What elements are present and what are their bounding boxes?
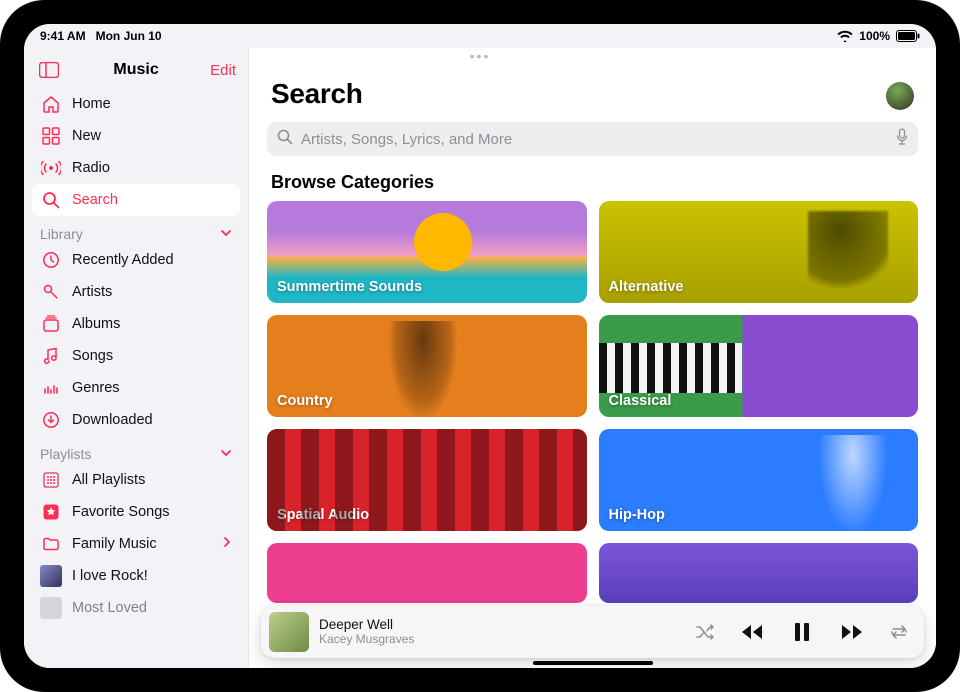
sidebar-item-most-loved[interactable]: Most Loved xyxy=(32,592,240,624)
category-hip-hop[interactable]: Hip-Hop xyxy=(599,429,919,531)
category-alternative[interactable]: Alternative xyxy=(599,201,919,303)
sidebar-item-songs[interactable]: Songs xyxy=(32,340,240,372)
sidebar-item-i-love-rock[interactable]: I love Rock! xyxy=(32,560,240,592)
sidebar-item-label: Downloaded xyxy=(72,412,153,428)
music-note-icon xyxy=(40,345,62,367)
shuffle-button[interactable] xyxy=(694,621,716,643)
sidebar-item-recently-added[interactable]: Recently Added xyxy=(32,244,240,276)
sidebar-item-label: Home xyxy=(72,96,111,112)
albums-icon xyxy=(40,313,62,335)
repeat-button[interactable] xyxy=(888,621,910,643)
page-title: Search xyxy=(271,78,363,110)
sidebar-item-label: New xyxy=(72,128,101,144)
category-label: Hip-Hop xyxy=(609,507,665,523)
sidebar-item-label: Artists xyxy=(72,284,112,300)
ipad-device-frame: 9:41 AM Mon Jun 10 100% ••• xyxy=(0,0,960,692)
category-label: Country xyxy=(277,393,333,409)
previous-button[interactable] xyxy=(738,618,766,646)
sidebar-item-label: Genres xyxy=(72,380,120,396)
sidebar-item-label: Search xyxy=(72,192,118,208)
sidebar-toggle-button[interactable] xyxy=(36,57,62,83)
sidebar-item-label: Family Music xyxy=(72,536,157,552)
sidebar-item-new[interactable]: New xyxy=(32,120,240,152)
status-bar: 9:41 AM Mon Jun 10 100% xyxy=(24,24,936,48)
sidebar-item-label: Songs xyxy=(72,348,113,364)
screen: 9:41 AM Mon Jun 10 100% ••• xyxy=(24,24,936,668)
sidebar-item-search[interactable]: Search xyxy=(32,184,240,216)
battery-text: 100% xyxy=(859,29,890,43)
category-classical[interactable]: Classical xyxy=(599,315,919,417)
section-label: Playlists xyxy=(40,446,91,462)
download-icon xyxy=(40,409,62,431)
search-icon xyxy=(277,129,293,150)
mic-icon xyxy=(40,281,62,303)
sidebar-item-albums[interactable]: Albums xyxy=(32,308,240,340)
home-indicator[interactable] xyxy=(533,661,653,665)
category-grid: Summertime Sounds Alternative Country Cl… xyxy=(249,201,936,603)
chevron-down-icon xyxy=(220,446,232,462)
dictation-icon[interactable] xyxy=(896,128,908,151)
search-input[interactable] xyxy=(301,131,888,148)
sidebar-item-label: I love Rock! xyxy=(72,568,148,584)
section-title: Browse Categories xyxy=(249,156,936,201)
playlist-grid-icon xyxy=(40,469,62,491)
sidebar-item-home[interactable]: Home xyxy=(32,88,240,120)
battery-icon xyxy=(896,30,920,42)
now-playing-artist: Kacey Musgraves xyxy=(319,633,684,647)
sidebar-item-label: Recently Added xyxy=(72,252,174,268)
sidebar-title: Music xyxy=(62,61,210,79)
sidebar-item-genres[interactable]: Genres xyxy=(32,372,240,404)
sidebar-item-radio[interactable]: Radio xyxy=(32,152,240,184)
sidebar-item-artists[interactable]: Artists xyxy=(32,276,240,308)
grid-icon xyxy=(40,125,62,147)
chevron-down-icon xyxy=(220,226,232,242)
status-time: 9:41 AM xyxy=(40,29,86,43)
sidebar-item-family-music[interactable]: Family Music xyxy=(32,528,240,560)
sidebar-item-downloaded[interactable]: Downloaded xyxy=(32,404,240,436)
playlist-artwork xyxy=(40,565,62,587)
main-content: Search Browse Categories Summertime Soun… xyxy=(249,48,936,668)
category-label: Alternative xyxy=(609,279,684,295)
home-icon xyxy=(40,93,62,115)
category-summertime-sounds[interactable]: Summertime Sounds xyxy=(267,201,587,303)
search-field[interactable] xyxy=(267,122,918,156)
sidebar-item-label: All Playlists xyxy=(72,472,145,488)
now-playing-artwork[interactable] xyxy=(269,612,309,652)
playlist-artwork xyxy=(40,597,62,619)
clock-icon xyxy=(40,249,62,271)
sidebar-item-favorite-songs[interactable]: Favorite Songs xyxy=(32,496,240,528)
wifi-icon xyxy=(837,30,853,42)
status-date: Mon Jun 10 xyxy=(96,29,162,43)
category-card[interactable] xyxy=(267,543,587,603)
next-button[interactable] xyxy=(838,618,866,646)
sidebar-section-playlists[interactable]: Playlists xyxy=(32,436,240,464)
edit-button[interactable]: Edit xyxy=(210,62,236,79)
folder-icon xyxy=(40,533,62,555)
radio-icon xyxy=(40,157,62,179)
search-icon xyxy=(40,189,62,211)
now-playing-bar[interactable]: Deeper Well Kacey Musgraves xyxy=(261,606,924,658)
category-label: Spatial Audio xyxy=(277,507,369,523)
category-spatial-audio[interactable]: Spatial Audio xyxy=(267,429,587,531)
sidebar-item-label: Favorite Songs xyxy=(72,504,170,520)
sidebar-item-all-playlists[interactable]: All Playlists xyxy=(32,464,240,496)
guitar-icon xyxy=(40,377,62,399)
section-label: Library xyxy=(40,226,83,242)
now-playing-title: Deeper Well xyxy=(319,617,684,633)
star-icon xyxy=(40,501,62,523)
category-card[interactable] xyxy=(599,543,919,603)
sidebar: Music Edit Home New Radio xyxy=(24,48,249,668)
category-country[interactable]: Country xyxy=(267,315,587,417)
sidebar-section-library[interactable]: Library xyxy=(32,216,240,244)
multitasking-dots-icon[interactable]: ••• xyxy=(470,48,491,64)
now-playing-info[interactable]: Deeper Well Kacey Musgraves xyxy=(319,617,684,646)
sidebar-item-label: Most Loved xyxy=(72,600,147,616)
pause-button[interactable] xyxy=(788,618,816,646)
chevron-right-icon xyxy=(222,536,232,552)
account-avatar[interactable] xyxy=(886,82,914,110)
sidebar-item-label: Radio xyxy=(72,160,110,176)
category-label: Summertime Sounds xyxy=(277,279,422,295)
sidebar-item-label: Albums xyxy=(72,316,120,332)
category-label: Classical xyxy=(609,393,672,409)
